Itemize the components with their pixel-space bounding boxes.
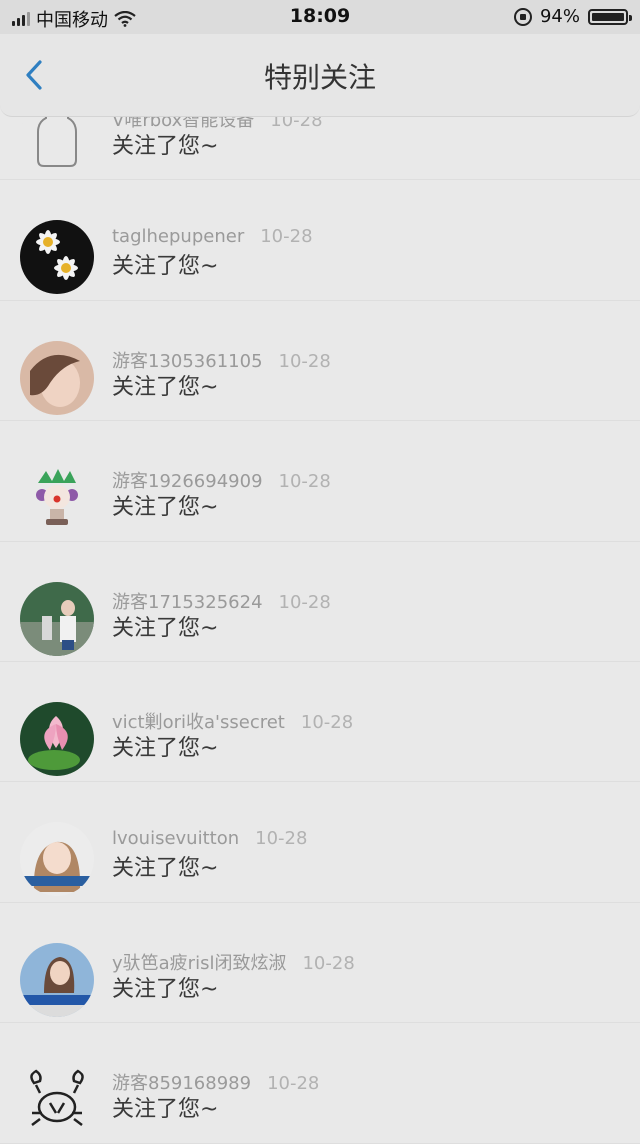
list-item[interactable]: 游客1926694909 10-28 关注了您~ bbox=[0, 421, 640, 542]
item-date: 10-28 bbox=[255, 828, 308, 850]
rotation-lock-icon bbox=[513, 7, 532, 26]
list-item[interactable]: y驮笆a疲risl闭致炫淑 10-28 关注了您~ bbox=[0, 903, 640, 1024]
item-meta: lvouisevuitton 10-28 bbox=[112, 828, 307, 849]
item-date: 10-28 bbox=[300, 711, 354, 733]
item-date: 10-28 bbox=[278, 350, 331, 372]
list-item[interactable]: taglhepupener 10-28 关注了您~ bbox=[0, 180, 640, 301]
item-date: 10-28 bbox=[278, 471, 331, 493]
page-title: 特别关注 bbox=[263, 61, 376, 94]
avatar bbox=[20, 461, 94, 536]
item-action: 关注了您~ bbox=[112, 976, 219, 1002]
nav-bar: 特别关注 bbox=[0, 34, 640, 117]
avatar bbox=[20, 701, 94, 776]
girl-portrait-avatar-icon bbox=[20, 822, 94, 897]
crab-avatar-icon bbox=[20, 1063, 94, 1138]
follow-list: V唯rbox智能设备 10-28 关注了您~ taglhepupener 10-28… bbox=[0, 60, 640, 1144]
list-item[interactable]: 游客859168989 10-28 关注了您~ bbox=[0, 1023, 640, 1144]
avatar bbox=[20, 220, 94, 295]
daisy-avatar-icon bbox=[20, 220, 94, 295]
item-meta: taglhepupener 10-28 bbox=[112, 226, 313, 247]
girl-photo-avatar-icon bbox=[20, 942, 94, 1017]
couple-photo-avatar-icon bbox=[20, 581, 94, 656]
avatar bbox=[20, 581, 94, 656]
item-action: 关注了您~ bbox=[112, 495, 219, 521]
battery-icon bbox=[588, 8, 632, 25]
item-action: 关注了您~ bbox=[112, 856, 219, 882]
list-item[interactable]: lvouisevuitton 10-28 关注了您~ bbox=[0, 782, 640, 903]
status-bar: 中国移动 18:09 94% bbox=[0, 0, 640, 34]
item-date: 10-28 bbox=[260, 226, 313, 248]
avatar bbox=[20, 822, 94, 897]
item-date: 10-28 bbox=[267, 1073, 320, 1095]
clown-avatar-icon bbox=[20, 461, 94, 536]
avatar bbox=[20, 1063, 94, 1138]
lotus-avatar-icon bbox=[20, 701, 94, 776]
avatar bbox=[20, 942, 94, 1017]
item-date: 10-28 bbox=[302, 952, 355, 974]
list-item[interactable]: vict剿ori收a'ssecret 10-28 关注了您~ bbox=[0, 662, 640, 783]
item-date: 10-28 bbox=[278, 591, 331, 613]
portrait-avatar-icon bbox=[20, 340, 94, 415]
item-action: 关注了您~ bbox=[112, 374, 219, 400]
user-name: lvouisevuitton bbox=[112, 828, 240, 850]
battery-percent: 94% bbox=[539, 6, 580, 27]
item-action: 关注了您~ bbox=[112, 134, 219, 159]
item-action: 关注了您~ bbox=[112, 735, 219, 761]
item-action: 关注了您~ bbox=[112, 615, 219, 641]
item-action: 关注了您~ bbox=[112, 1097, 219, 1123]
list-item[interactable]: 游客1715325624 10-28 关注了您~ bbox=[0, 542, 640, 662]
item-action: 关注了您~ bbox=[112, 254, 219, 280]
list-item[interactable]: 游客1305361105 10-28 关注了您~ bbox=[0, 301, 640, 422]
avatar bbox=[20, 340, 94, 415]
user-name: taglhepupener bbox=[112, 226, 245, 248]
status-right: 94% bbox=[513, 6, 632, 27]
